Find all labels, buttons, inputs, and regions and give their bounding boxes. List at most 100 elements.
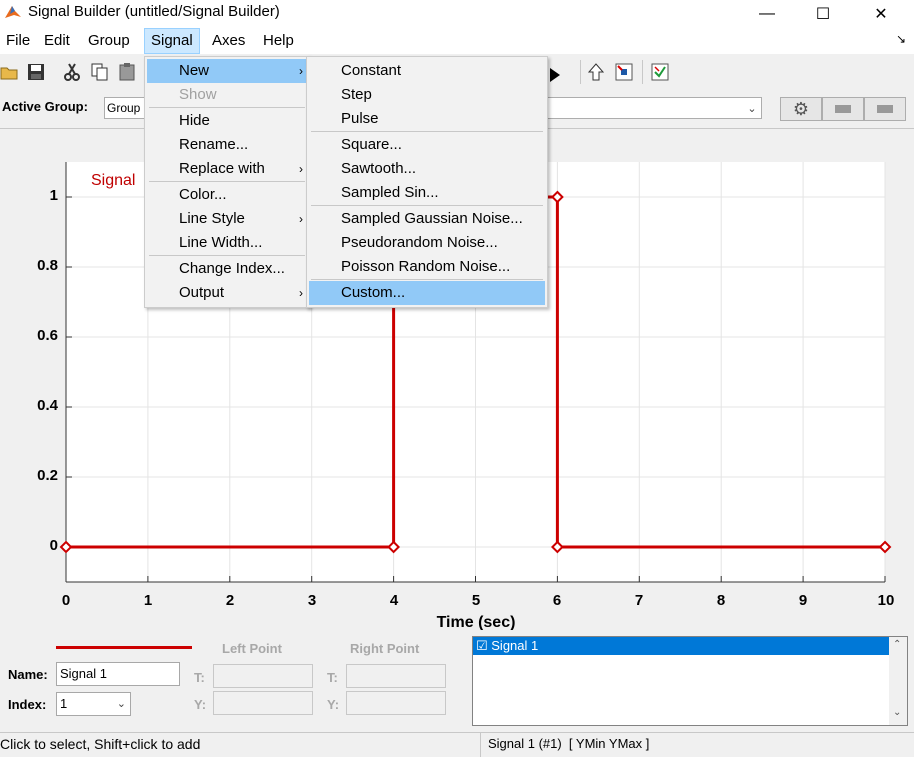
menu-item-line-width[interactable]: Line Width... [147,231,307,255]
signal-list-scrollbar[interactable]: ⌃ ⌄ [889,637,907,725]
menu-item-label: Hide [179,112,210,129]
menu-item-output[interactable]: Output › [147,281,307,305]
menu-item-label: New [179,62,210,79]
x-tick-label: 5 [471,592,481,609]
name-label: Name: [8,667,48,682]
menu-item-label: Color... [179,186,227,203]
index-label: Index: [8,697,47,712]
menu-item-replace-with[interactable]: Replace with › [147,157,307,181]
menu-item-rename[interactable]: Rename... [147,133,307,157]
index-value: 1 [60,696,68,711]
left-y-field[interactable] [213,691,313,715]
menu-item-label: Output [179,284,225,301]
scroll-up-icon[interactable]: ⌃ [893,639,901,650]
submenu-item-pseudorandom-noise[interactable]: Pseudorandom Noise... [309,231,545,255]
menu-item-label: Step [341,86,372,103]
submenu-item-sampled-sin[interactable]: Sampled Sin... [309,181,545,205]
menu-item-hide[interactable]: Hide [147,109,307,133]
status-divider [480,733,481,757]
scroll-down-icon[interactable]: ⌄ [893,707,901,718]
signal-list-item[interactable]: ☑ Signal 1 [473,637,889,655]
right-y-field[interactable] [346,691,446,715]
signal-point [550,540,564,554]
menu-item-label: Sampled Gaussian Noise... [341,210,523,227]
status-right: Signal 1 (#1) [ YMin YMax ] [488,736,650,751]
chevron-right-icon: › [299,64,303,78]
menu-item-label: Pulse [341,110,379,127]
right-t-field[interactable] [346,664,446,688]
y-tick-label: 0.8 [37,257,58,274]
y-tick-label: 0 [49,537,58,554]
submenu-item-sawtooth[interactable]: Sawtooth... [309,157,545,181]
submenu-item-pulse[interactable]: Pulse [309,107,545,131]
status-bar: Click to select, Shift+click to add Sign… [0,732,914,757]
menu-item-label: Sampled Sin... [341,184,439,201]
x-tick-label: 10 [877,592,895,609]
right-point-label: Right Point [350,641,420,656]
x-tick-label: 9 [798,592,808,609]
signal-point [387,540,401,554]
signal-menu: New › Show Hide Rename... Replace with ›… [144,56,310,308]
left-y-label: Y: [194,697,207,712]
menu-separator [149,181,305,182]
line-style-preview[interactable] [56,646,192,649]
y-tick-label: 0.2 [37,467,58,484]
y-tick-label: 0.4 [37,397,58,414]
submenu-item-poisson-noise[interactable]: Poisson Random Noise... [309,255,545,279]
chevron-down-icon[interactable]: ⌄ [117,697,126,710]
menu-item-label: Pseudorandom Noise... [341,234,498,251]
left-t-field[interactable] [213,664,313,688]
new-signal-submenu: Constant Step Pulse Square... Sawtooth..… [306,56,548,308]
y-tick-label: 1 [49,187,58,204]
menu-item-line-style[interactable]: Line Style › [147,207,307,231]
x-tick-label: 3 [307,592,317,609]
menu-item-color[interactable]: Color... [147,183,307,207]
menu-item-label: Line Width... [179,234,263,251]
menu-separator [311,279,543,280]
chevron-right-icon: › [299,162,303,176]
signal-name-field[interactable]: Signal 1 [56,662,180,686]
submenu-item-square[interactable]: Square... [309,133,545,157]
menu-separator [311,131,543,132]
x-tick-label: 7 [634,592,644,609]
left-t-label: T: [194,670,205,685]
menu-item-label: Show [179,86,217,103]
menu-item-label: Poisson Random Noise... [341,258,511,275]
right-t-label: T: [327,670,338,685]
submenu-item-constant[interactable]: Constant [309,59,545,83]
menu-item-change-index[interactable]: Change Index... [147,257,307,281]
y-tick-label: 0.6 [37,327,58,344]
menu-item-label: Constant [341,62,402,79]
submenu-item-custom[interactable]: Custom... [309,281,545,305]
submenu-item-gaussian-noise[interactable]: Sampled Gaussian Noise... [309,207,545,231]
menu-item-label: Custom... [341,284,406,301]
right-y-label: Y: [327,697,340,712]
menu-item-new[interactable]: New › [147,59,307,83]
x-tick-label: 8 [716,592,726,609]
signal-legend: Signal [91,172,136,189]
menu-separator [149,107,305,108]
status-left: Click to select, Shift+click to add [0,736,201,752]
x-tick-label: 2 [225,592,235,609]
menu-item-label: Sawtooth... [341,160,417,177]
chevron-right-icon: › [299,212,303,226]
signal-point [59,540,73,554]
menu-item-label: Square... [341,136,402,153]
menu-separator [149,255,305,256]
menu-item-label: Replace with [179,160,265,177]
menu-item-show[interactable]: Show [147,83,307,107]
submenu-item-step[interactable]: Step [309,83,545,107]
menu-item-label: Rename... [179,136,249,153]
x-tick-label: 0 [61,592,71,609]
x-tick-label: 6 [552,592,562,609]
x-tick-label: 4 [389,592,399,609]
left-point-label: Left Point [222,641,282,656]
signal-point [878,540,892,554]
signal-point [550,190,564,204]
chevron-right-icon: › [299,286,303,300]
menu-item-label: Change Index... [179,260,285,277]
menu-item-label: Line Style [179,210,245,227]
signal-index-select[interactable]: 1 ⌄ [56,692,131,716]
signal-list[interactable]: ☑ Signal 1 ⌃ ⌄ [472,636,908,726]
x-tick-label: 1 [143,592,153,609]
